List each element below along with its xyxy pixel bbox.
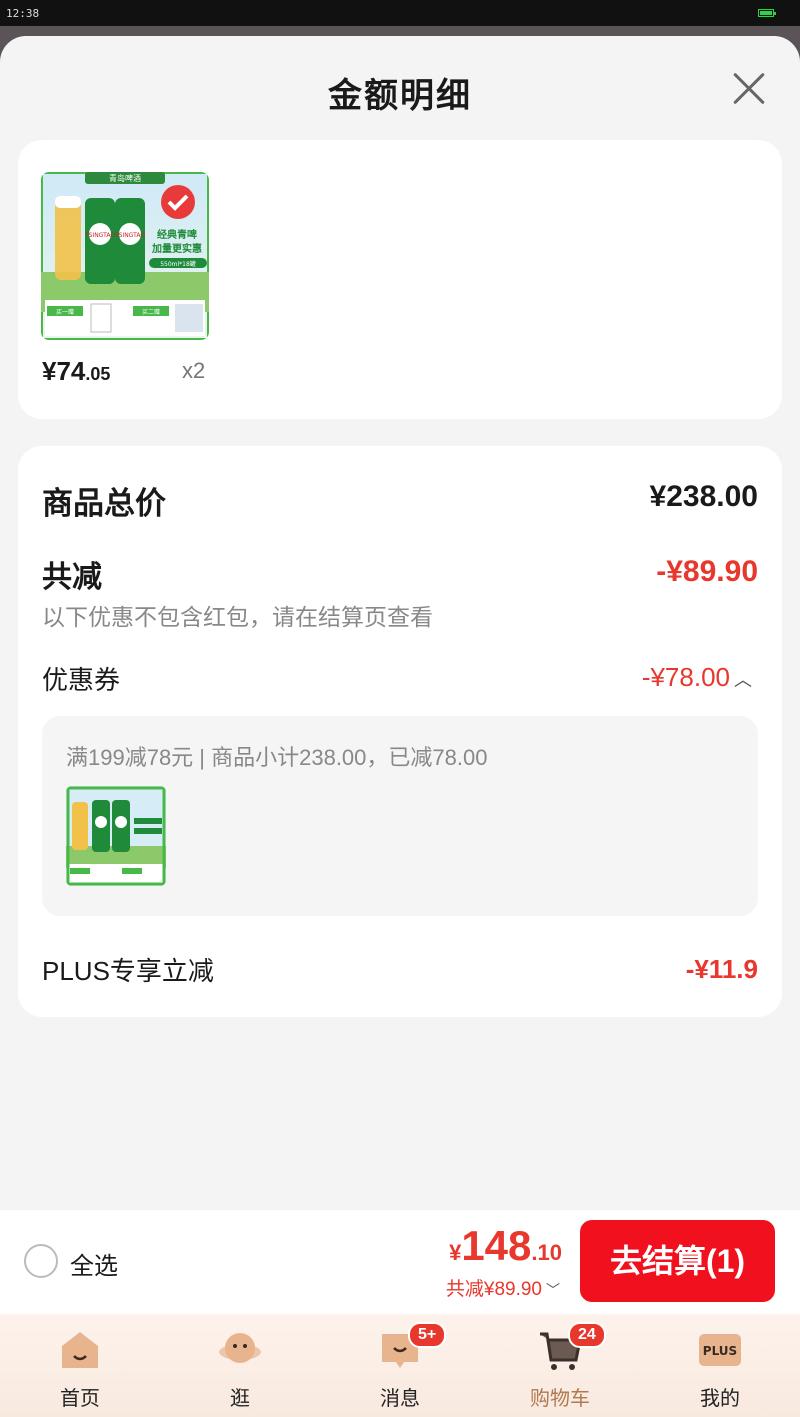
tab-me[interactable]: PLUS 我的 bbox=[640, 1314, 800, 1417]
select-all-radio[interactable] bbox=[24, 1244, 58, 1278]
tab-home[interactable]: 首页 bbox=[0, 1314, 160, 1417]
svg-text:550ml*18罐: 550ml*18罐 bbox=[160, 260, 196, 268]
svg-text:TSINGTAO: TSINGTAO bbox=[114, 232, 145, 239]
total-reduce-value: -¥89.90 bbox=[656, 555, 758, 588]
pay-reduce-toggle[interactable]: 共减¥89.90 ﹀ bbox=[446, 1274, 560, 1301]
chevron-down-icon: ﹀ bbox=[546, 1282, 560, 1298]
messages-badge: 5+ bbox=[408, 1322, 447, 1348]
explore-icon bbox=[219, 1333, 261, 1363]
svg-text:PLUS: PLUS bbox=[703, 1344, 737, 1358]
coupon-detail-box: 满199减78元 | 商品小计238.00，已减78.00 bbox=[42, 716, 758, 916]
pay-reduce-text: 共减¥89.90 bbox=[445, 1279, 542, 1300]
price-detail-card: 商品总价 ¥238.00 共减 -¥89.90 以下优惠不包含红包，请在结算页查… bbox=[18, 446, 782, 1017]
svg-text:买一赠: 买一赠 bbox=[56, 308, 74, 316]
tab-cart-label: 购物车 bbox=[530, 1388, 590, 1410]
select-all-label[interactable]: 全选 bbox=[70, 1246, 118, 1281]
tab-messages-label: 消息 bbox=[380, 1388, 420, 1410]
svg-text:加量更实惠: 加量更实惠 bbox=[151, 242, 202, 255]
tab-explore[interactable]: 逛 bbox=[160, 1314, 320, 1417]
sheet-title: 金额明细 bbox=[328, 77, 472, 115]
coupon-description: 满199减78元 | 商品小计238.00，已减78.00 bbox=[66, 745, 488, 770]
total-price-label: 商品总价 bbox=[42, 486, 166, 521]
coupon-toggle[interactable]: -¥78.00 ︿ bbox=[642, 662, 752, 693]
bottom-tab-bar: 首页 逛 5+ 消息 24 购物车 PLUS 我的 bbox=[0, 1314, 800, 1417]
checkout-bar: 全选 ¥148.10 共减¥89.90 ﹀ 去结算(1) bbox=[0, 1210, 800, 1314]
plus-discount-label: PLUS专享立减 bbox=[42, 956, 214, 986]
status-time: 12:38 bbox=[6, 7, 40, 20]
coupon-product-thumbnail bbox=[66, 786, 166, 886]
tab-me-label: 我的 bbox=[700, 1388, 740, 1410]
pay-total: ¥148.10 bbox=[449, 1222, 562, 1269]
tab-cart[interactable]: 24 购物车 bbox=[480, 1314, 640, 1417]
chevron-up-icon: ︿ bbox=[734, 670, 752, 690]
status-bar: 12:38 bbox=[0, 0, 800, 26]
total-price-value: ¥238.00 bbox=[649, 480, 758, 513]
svg-text:经典青啤: 经典青啤 bbox=[157, 228, 197, 241]
svg-text:青岛啤酒: 青岛啤酒 bbox=[109, 173, 141, 183]
svg-text:买二赠: 买二赠 bbox=[142, 308, 160, 316]
tab-messages[interactable]: 5+ 消息 bbox=[320, 1314, 480, 1417]
quantity: x2 bbox=[182, 358, 206, 383]
close-icon[interactable] bbox=[726, 66, 772, 112]
plus-member-icon: PLUS bbox=[699, 1334, 741, 1366]
coupon-value: -¥78.00 bbox=[641, 662, 730, 692]
coupon-label: 优惠券 bbox=[42, 665, 121, 695]
product-card: 青岛啤酒 TSINGTAO TSINGTAO 经典青啤 加量更实惠 550ml*… bbox=[18, 140, 782, 419]
home-icon bbox=[62, 1332, 98, 1368]
svg-text:TSINGTAO: TSINGTAO bbox=[84, 232, 115, 239]
reduce-note: 以下优惠不包含红包，请在结算页查看 bbox=[42, 604, 433, 630]
tab-explore-label: 逛 bbox=[230, 1388, 250, 1410]
battery-icon bbox=[758, 9, 776, 17]
product-thumbnail[interactable]: 青岛啤酒 TSINGTAO TSINGTAO 经典青啤 加量更实惠 550ml*… bbox=[41, 172, 209, 340]
unit-price: ¥74.05 bbox=[42, 356, 111, 386]
tab-home-label: 首页 bbox=[60, 1388, 100, 1410]
total-reduce-label: 共减 bbox=[42, 561, 102, 594]
checkout-button[interactable]: 去结算(1) bbox=[580, 1220, 775, 1302]
cart-badge: 24 bbox=[568, 1322, 606, 1348]
plus-discount-value: -¥11.9 bbox=[685, 954, 758, 984]
